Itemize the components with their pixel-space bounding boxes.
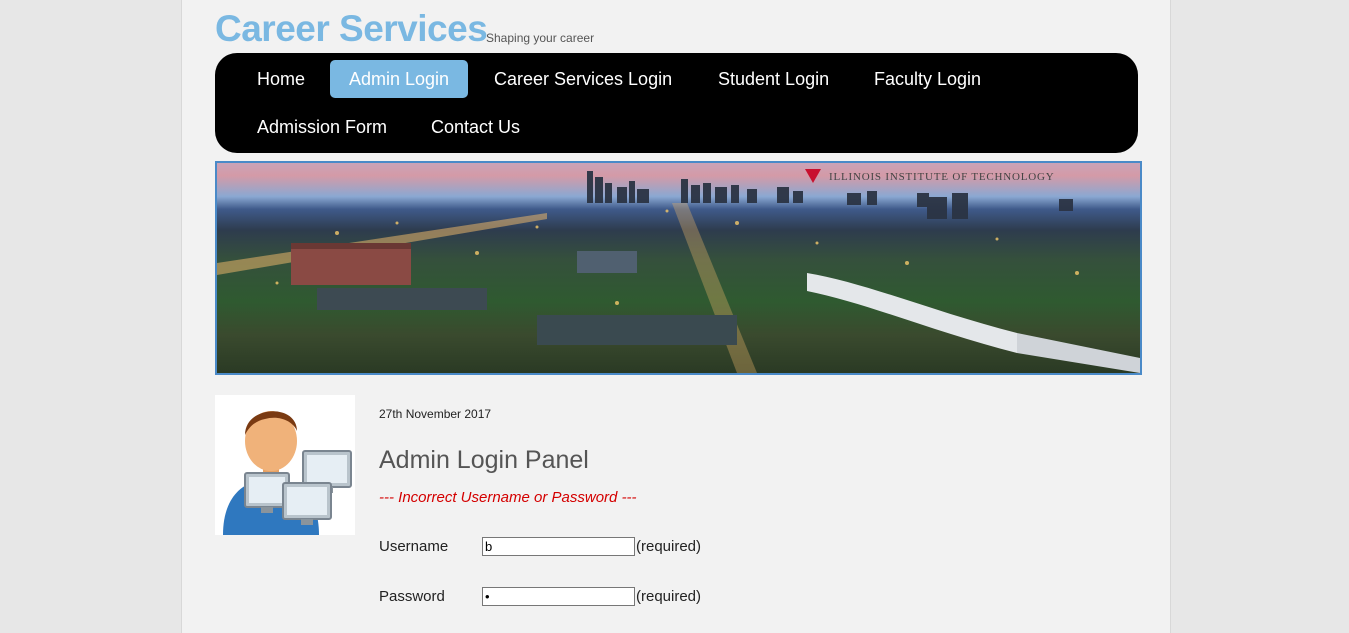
admin-avatar-icon [215, 395, 355, 535]
password-input[interactable] [482, 587, 635, 606]
site-tagline: Shaping your career [486, 31, 595, 45]
login-error-message: --- Incorrect Username or Password --- [379, 489, 637, 506]
password-required-note: (required) [636, 588, 702, 605]
nav-home[interactable]: Home [238, 60, 324, 98]
banner-caption: ILLINOIS INSTITUTE OF TECHNOLOGY [829, 171, 1055, 183]
campus-skyline-illustration: ILLINOIS INSTITUTE OF TECHNOLOGY [217, 169, 1140, 373]
username-input[interactable] [482, 537, 635, 556]
nav-career-services-login[interactable]: Career Services Login [475, 60, 691, 98]
username-required-note: (required) [636, 538, 702, 555]
password-label: Password [379, 588, 445, 605]
nav-admin-login[interactable]: Admin Login [330, 60, 469, 98]
nav-faculty-login[interactable]: Faculty Login [855, 60, 1000, 98]
main-navigation: Home Admin Login Career Services Login S… [215, 53, 1138, 153]
username-label: Username [379, 538, 449, 555]
nav-admission-form[interactable]: Admission Form [238, 108, 406, 146]
campus-banner-image: ILLINOIS INSTITUTE OF TECHNOLOGY [215, 161, 1142, 375]
nav-student-login[interactable]: Student Login [699, 60, 848, 98]
current-date: 27th November 2017 [379, 407, 492, 421]
panel-title: Admin Login Panel [379, 446, 589, 474]
nav-contact-us[interactable]: Contact Us [412, 108, 539, 146]
page-container: Career Services Shaping your career Home… [181, 0, 1171, 633]
site-title[interactable]: Career Services [215, 9, 488, 49]
